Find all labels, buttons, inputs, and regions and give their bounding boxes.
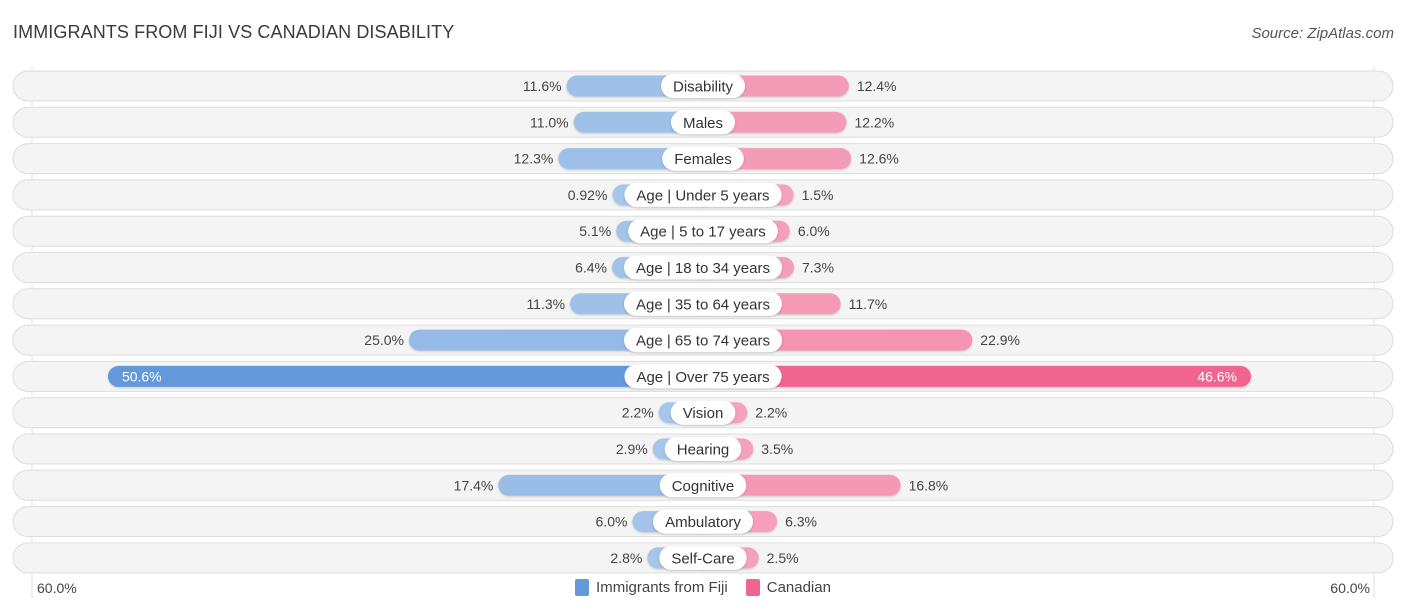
- legend-swatch-canadian: [745, 579, 760, 596]
- category-label: Self-Care: [671, 550, 734, 567]
- value-label-canadian: 6.0%: [798, 223, 830, 239]
- value-label-canadian: 12.4%: [857, 78, 897, 94]
- value-label-canadian: 22.9%: [980, 332, 1020, 348]
- category-label: Age | Over 75 years: [636, 369, 769, 386]
- legend-label-fiji: Immigrants from Fiji: [596, 579, 728, 596]
- chart-row[interactable]: Age | 65 to 74 years 25.0% 22.9%: [12, 324, 1394, 356]
- legend-item-canadian[interactable]: Canadian: [745, 579, 831, 596]
- chart-row[interactable]: Age | 5 to 17 years 5.1% 6.0%: [12, 215, 1394, 247]
- value-label-canadian: 12.2%: [854, 114, 894, 130]
- chart-row[interactable]: Hearing 2.9% 3.5%: [12, 433, 1394, 465]
- category-label: Females: [674, 151, 732, 168]
- category-label: Age | 5 to 17 years: [640, 224, 766, 241]
- value-label-canadian: 6.3%: [785, 514, 817, 530]
- value-label-fiji: 2.8%: [610, 550, 642, 566]
- chart-area: Disability 11.6% 12.4% Males 11.0% 12.2% Femal…: [12, 66, 1394, 598]
- category-label: Disability: [673, 79, 734, 96]
- category-label: Vision: [683, 405, 724, 422]
- value-label-canadian: 1.5%: [802, 187, 834, 203]
- legend-swatch-fiji: [575, 579, 590, 596]
- category-label: Ambulatory: [665, 514, 741, 531]
- value-label-canadian: 16.8%: [909, 477, 949, 493]
- value-label-fiji: 11.0%: [530, 114, 569, 130]
- value-label-fiji: 17.4%: [454, 477, 494, 493]
- value-label-canadian: 2.5%: [767, 550, 799, 566]
- value-label-canadian: 2.2%: [755, 405, 787, 421]
- chart-row[interactable]: Age | 35 to 64 years 11.3% 11.7%: [12, 288, 1394, 320]
- chart-row[interactable]: Males 11.0% 12.2%: [12, 106, 1394, 138]
- chart-row[interactable]: Vision 2.2% 2.2%: [12, 397, 1394, 429]
- value-label-fiji: 50.6%: [122, 368, 162, 384]
- chart-row[interactable]: Self-Care 2.8% 2.5%: [12, 542, 1394, 574]
- value-label-canadian: 12.6%: [859, 151, 899, 167]
- value-label-fiji: 11.6%: [523, 78, 562, 94]
- value-label-fiji: 11.3%: [526, 296, 565, 312]
- category-label: Cognitive: [672, 478, 735, 495]
- value-label-fiji: 6.0%: [596, 514, 628, 530]
- legend-item-fiji[interactable]: Immigrants from Fiji: [575, 579, 728, 596]
- category-label: Age | 35 to 64 years: [636, 296, 770, 313]
- value-label-canadian: 46.6%: [1197, 368, 1237, 384]
- value-label-fiji: 5.1%: [579, 223, 611, 239]
- chart-row[interactable]: Disability 11.6% 12.4%: [12, 70, 1394, 102]
- chart-row[interactable]: Cognitive 17.4% 16.8%: [12, 469, 1394, 501]
- legend-label-canadian: Canadian: [766, 579, 831, 596]
- value-label-canadian: 3.5%: [761, 441, 793, 457]
- value-label-canadian: 11.7%: [849, 296, 888, 312]
- chart-row[interactable]: Age | Over 75 years 50.6% 46.6%: [12, 360, 1394, 392]
- value-label-fiji: 12.3%: [514, 151, 554, 167]
- chart-row[interactable]: Age | Under 5 years 0.92% 1.5%: [12, 179, 1394, 211]
- chart-row[interactable]: Age | 18 to 34 years 6.4% 7.3%: [12, 252, 1394, 283]
- category-label: Age | 18 to 34 years: [636, 260, 770, 277]
- value-label-canadian: 7.3%: [802, 260, 834, 276]
- category-label: Age | 65 to 74 years: [636, 333, 770, 350]
- value-label-fiji: 2.2%: [622, 405, 654, 421]
- value-label-fiji: 25.0%: [364, 332, 404, 348]
- category-label: Hearing: [677, 442, 730, 459]
- value-label-fiji: 0.92%: [568, 187, 608, 203]
- category-label: Age | Under 5 years: [636, 187, 769, 204]
- legend: Immigrants from Fiji Canadian: [0, 579, 1406, 596]
- bar-immigrants-from-fiji: [107, 365, 714, 387]
- category-label: Males: [683, 115, 723, 132]
- chart-row[interactable]: Females 12.3% 12.6%: [12, 143, 1394, 175]
- chart-row[interactable]: Ambulatory 6.0% 6.3%: [12, 506, 1394, 538]
- value-label-fiji: 6.4%: [575, 260, 607, 276]
- value-label-fiji: 2.9%: [616, 441, 648, 457]
